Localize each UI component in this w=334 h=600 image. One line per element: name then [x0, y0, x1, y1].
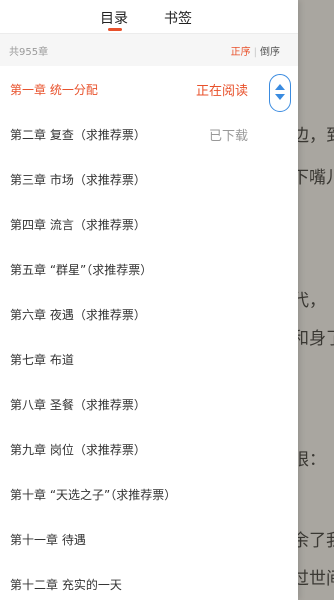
chapter-title: 第十章 “天选之子”（求推荐票）	[10, 488, 177, 502]
down-arrow-icon	[275, 94, 285, 100]
reader-text-line: 和身了	[292, 329, 334, 349]
tab-bookmarks[interactable]: 书签	[164, 8, 192, 28]
sort-controls: 正序 | 倒序	[231, 43, 280, 58]
chapter-item[interactable]: 第九章 岗位（求推荐票）	[0, 426, 298, 471]
chapter-title: 第十二章 充实的一天	[10, 578, 122, 592]
chapter-title: 第九章 岗位（求推荐票）	[10, 443, 146, 457]
chapter-download-status: 已下载	[208, 129, 248, 144]
chapter-title: 第五章 “群星”（求推荐票）	[10, 263, 153, 277]
chapter-item[interactable]: 第一章 统一分配 正在阅读	[0, 66, 298, 111]
up-arrow-icon	[275, 84, 285, 90]
chapter-title: 第六章 夜遇（求推荐票）	[10, 308, 146, 322]
chapter-list-header: 共955章 正序 | 倒序	[0, 33, 298, 66]
sort-ascending-button[interactable]: 正序	[231, 47, 251, 58]
chapter-title: 第四章 流言（求推荐票）	[10, 218, 146, 232]
tab-table-of-contents[interactable]: 目录	[100, 8, 128, 28]
chapter-count: 共955章	[9, 47, 49, 58]
chapter-title: 第七章 布道	[10, 353, 74, 367]
chapter-item[interactable]: 第六章 夜遇（求推荐票）	[0, 291, 298, 336]
chapter-item[interactable]: 第三章 市场（求推荐票）	[0, 156, 298, 201]
chapter-item[interactable]: 第十章 “天选之子”（求推荐票）	[0, 471, 298, 516]
sort-descending-button[interactable]: 倒序	[260, 47, 280, 58]
chapter-title: 第八章 圣餐（求推荐票）	[10, 398, 146, 412]
reader-text-line: 下嘴儿	[292, 168, 334, 188]
fast-scroll-handle[interactable]	[269, 74, 291, 112]
active-tab-indicator	[108, 28, 122, 31]
chapter-item[interactable]: 第十二章 充实的一天	[0, 561, 298, 600]
chapter-title: 第三章 市场（求推荐票）	[10, 173, 146, 187]
chapter-item[interactable]: 第五章 “群星”（求推荐票）	[0, 246, 298, 291]
reader-text-line: 余了我	[292, 531, 334, 551]
chapter-title: 第一章 统一分配	[10, 83, 98, 97]
chapter-list: 第一章 统一分配 正在阅读 第二章 复查（求推荐票） 已下载 第三章 市场（求推…	[0, 66, 298, 600]
chapter-item[interactable]: 第四章 流言（求推荐票）	[0, 201, 298, 246]
sort-separator: |	[253, 47, 257, 58]
chapter-item[interactable]: 第八章 圣餐（求推荐票）	[0, 381, 298, 426]
drawer-tabs: 目录 书签	[0, 0, 298, 33]
chapter-reading-status: 正在阅读	[195, 84, 248, 99]
chapter-item[interactable]: 第二章 复查（求推荐票） 已下载	[0, 111, 298, 156]
reader-text-line: 边，到	[292, 126, 334, 146]
chapter-item[interactable]: 第七章 布道	[0, 336, 298, 381]
chapter-title: 第二章 复查（求推荐票）	[10, 128, 146, 142]
chapter-item[interactable]: 第十一章 待遇	[0, 516, 298, 561]
chapter-drawer: 目录 书签 共955章 正序 | 倒序 第一章 统一分配 正在阅读 第二章 复查（求…	[0, 0, 298, 600]
reader-text-line: 过世间	[292, 569, 334, 589]
chapter-title: 第十一章 待遇	[10, 533, 86, 547]
